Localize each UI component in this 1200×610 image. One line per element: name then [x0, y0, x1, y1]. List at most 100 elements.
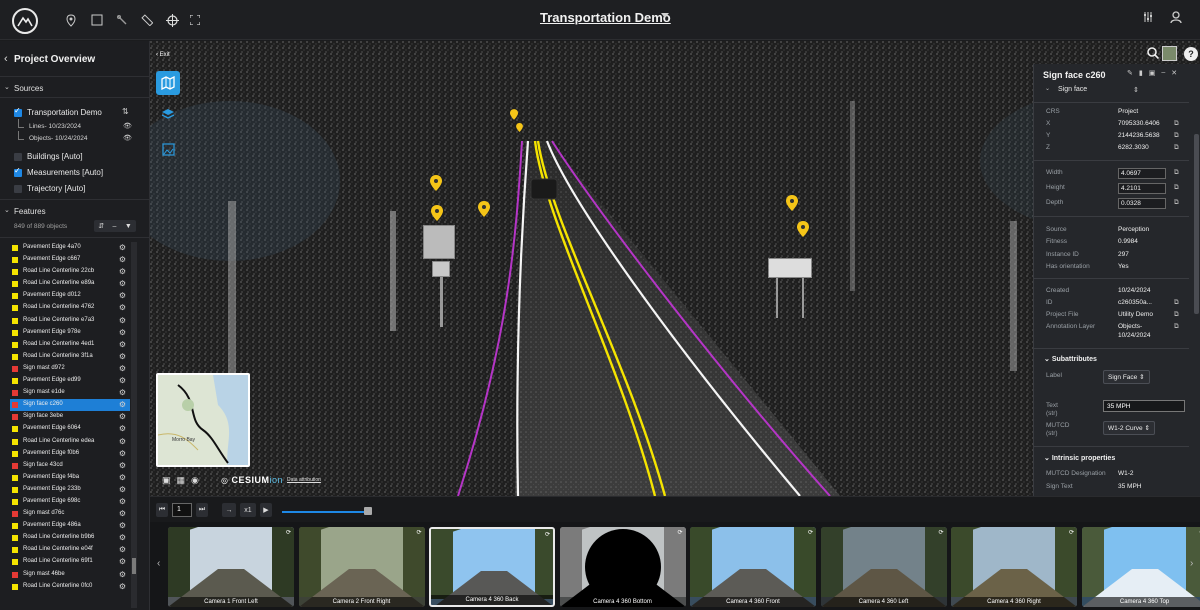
gear-icon[interactable]: ⚙ — [119, 364, 126, 373]
skip-forward-icon[interactable]: ⏭ — [196, 503, 208, 517]
settings-sliders-icon[interactable] — [1142, 11, 1154, 26]
feature-list-item[interactable]: Road Line Centerline 69f1 ⚙ — [10, 556, 130, 568]
map-icon[interactable]: ▣ — [162, 475, 171, 486]
gear-icon[interactable]: ⚙ — [119, 267, 126, 276]
copy-icon[interactable]: ⧉ — [1174, 169, 1179, 177]
gear-icon[interactable]: ⚙ — [119, 316, 126, 325]
label-select[interactable]: Sign Face ⇕ — [1103, 370, 1150, 384]
edit-icon[interactable]: ✎ — [1127, 69, 1133, 77]
camera-thumbnail[interactable]: ⟳ Camera 2 Front Right — [298, 527, 425, 607]
feature-list-item[interactable]: Pavement Edge f4ba ⚙ — [10, 472, 130, 484]
grid-icon[interactable]: ▦ — [177, 475, 186, 486]
gear-icon[interactable]: ⚙ — [119, 291, 126, 300]
basemap-thumbnail[interactable] — [1162, 46, 1177, 61]
measurement-pin-icon[interactable] — [510, 109, 518, 120]
ruler-icon[interactable] — [138, 11, 156, 29]
open-icon[interactable]: ⧉ — [1174, 311, 1179, 319]
play-icon[interactable]: ▶ — [260, 503, 272, 517]
feature-list-item[interactable]: Road Line Centerline b9b6 ⚙ — [10, 532, 130, 544]
gear-icon[interactable]: ⚙ — [119, 400, 126, 409]
feature-list-item[interactable]: Sign face c260 ⚙ — [10, 399, 130, 412]
feature-list-item[interactable]: Road Line Centerline 4ed1 ⚙ — [10, 339, 130, 351]
gear-icon[interactable]: ⚙ — [119, 582, 126, 591]
checkbox[interactable] — [14, 166, 22, 177]
gear-icon[interactable]: ⚙ — [119, 570, 126, 579]
camera-thumbnail[interactable]: ⟳ Camera 4 360 Left — [820, 527, 947, 607]
timeline-handle[interactable] — [364, 507, 372, 515]
gear-icon[interactable]: ⚙ — [119, 376, 126, 385]
feature-list-item[interactable]: Sign face 43cd ⚙ — [10, 460, 130, 472]
speed-button[interactable]: x1 — [240, 503, 256, 517]
square-select-icon[interactable] — [88, 11, 106, 29]
scrollbar-thumb[interactable] — [132, 558, 136, 574]
open-icon[interactable]: ⧉ — [1174, 323, 1179, 331]
gear-icon[interactable]: ⚙ — [119, 449, 126, 458]
timeline-progress[interactable] — [282, 511, 368, 513]
camera-thumbnail[interactable]: ⟳ Camera 4 360 Bottom — [559, 527, 686, 607]
gear-icon[interactable]: ⚙ — [119, 424, 126, 433]
feature-list-item[interactable]: Pavement Edge 6064 ⚙ — [10, 423, 130, 435]
copy-icon[interactable]: ⧉ — [1174, 132, 1179, 140]
gear-icon[interactable]: ⚙ — [119, 243, 126, 252]
camera-360-icon[interactable]: ⟳ — [938, 529, 943, 536]
user-icon[interactable] — [1170, 11, 1182, 27]
feature-list-item[interactable]: Pavement Edge 698c ⚙ — [10, 496, 130, 508]
measurement-pin-icon[interactable] — [786, 195, 798, 211]
project-title[interactable]: Transportation Demo — [540, 10, 671, 25]
measure-tape-icon[interactable] — [113, 11, 131, 29]
feature-list-item[interactable]: Sign mast d972 ⚙ — [10, 363, 130, 375]
checkbox[interactable] — [14, 153, 22, 161]
feature-list-item[interactable]: Pavement Edge f0b6 ⚙ — [10, 448, 130, 460]
chevron-down-icon[interactable] — [661, 13, 669, 18]
depth-input[interactable]: 0.0328 — [1118, 198, 1166, 209]
gear-icon[interactable]: ⚙ — [119, 461, 126, 470]
eye-icon[interactable]: 👁 — [123, 134, 132, 142]
feature-list-item[interactable]: Road Line Centerline e04f ⚙ — [10, 544, 130, 556]
gear-icon[interactable]: ⚙ — [119, 533, 126, 542]
exit-button[interactable]: ‹ Exit — [156, 52, 170, 58]
measurement-pin-icon[interactable] — [797, 221, 809, 237]
help-icon[interactable]: ? — [1184, 47, 1198, 61]
camera-360-icon[interactable]: ⟳ — [1069, 529, 1074, 536]
chevron-left-icon[interactable]: ‹ — [157, 558, 160, 569]
measurement-pin-icon[interactable] — [516, 123, 523, 132]
eye-icon[interactable]: 👁 — [123, 122, 132, 130]
checkbox[interactable] — [14, 185, 22, 193]
gear-icon[interactable]: ⚙ — [119, 521, 126, 530]
fullscreen-icon[interactable] — [186, 11, 204, 29]
camera-thumbnail[interactable]: ⟳ Camera 4 360 Right — [951, 527, 1077, 607]
gear-icon[interactable]: ⚙ — [119, 509, 126, 518]
panel-scrollbar[interactable] — [1194, 134, 1199, 314]
copy-icon[interactable]: ⧉ — [1174, 199, 1179, 207]
feature-list-item[interactable]: Pavement Edge c667 ⚙ — [10, 254, 130, 266]
compass-icon[interactable]: ◉ — [191, 475, 199, 486]
feature-list-item[interactable]: Pavement Edge 4a70 ⚙ — [10, 242, 130, 254]
intrinsic-properties-header[interactable]: ⌄ Intrinsic properties — [1044, 454, 1115, 462]
app-logo-icon[interactable] — [12, 8, 38, 34]
feature-type-select[interactable]: ⌄ Sign face ⇕ — [1045, 86, 1145, 98]
feature-list-item[interactable]: Sign mast e1de ⚙ — [10, 387, 130, 399]
feature-list-item[interactable]: Sign face 3ebe ⚙ — [10, 411, 130, 423]
gear-icon[interactable]: ⚙ — [119, 388, 126, 397]
lock-icon[interactable]: ▮ — [1139, 69, 1143, 77]
sort-icon[interactable]: ⇅ — [122, 107, 129, 116]
image-icon[interactable]: ▣ — [1149, 69, 1156, 77]
overview-minimap[interactable]: Morro Bay — [156, 373, 250, 467]
gear-icon[interactable]: ⚙ — [119, 328, 126, 337]
measurement-pin-icon[interactable] — [430, 175, 442, 191]
feature-list-item[interactable]: Pavement Edge ed99 ⚙ — [10, 375, 130, 387]
back-arrow-icon[interactable]: ‹ — [4, 53, 8, 65]
filter-icon[interactable]: ▼ — [125, 223, 132, 230]
copy-icon[interactable]: ⧉ — [1174, 120, 1179, 128]
feature-list-item[interactable]: Pavement Edge 233b ⚙ — [10, 484, 130, 496]
gear-icon[interactable]: ⚙ — [119, 412, 126, 421]
checkbox[interactable] — [14, 106, 22, 117]
collapse-icon[interactable]: – — [113, 223, 117, 230]
camera-360-icon[interactable]: ⟳ — [286, 529, 291, 536]
gear-icon[interactable]: ⚙ — [119, 303, 126, 312]
camera-360-icon[interactable]: ⟳ — [545, 531, 550, 538]
close-icon[interactable]: ✕ — [1171, 69, 1177, 77]
camera-thumbnail[interactable]: ⟳ Camera 4 360 Back — [429, 527, 555, 607]
speed-limit-sign[interactable] — [432, 261, 450, 277]
map-view-button[interactable] — [156, 71, 180, 95]
